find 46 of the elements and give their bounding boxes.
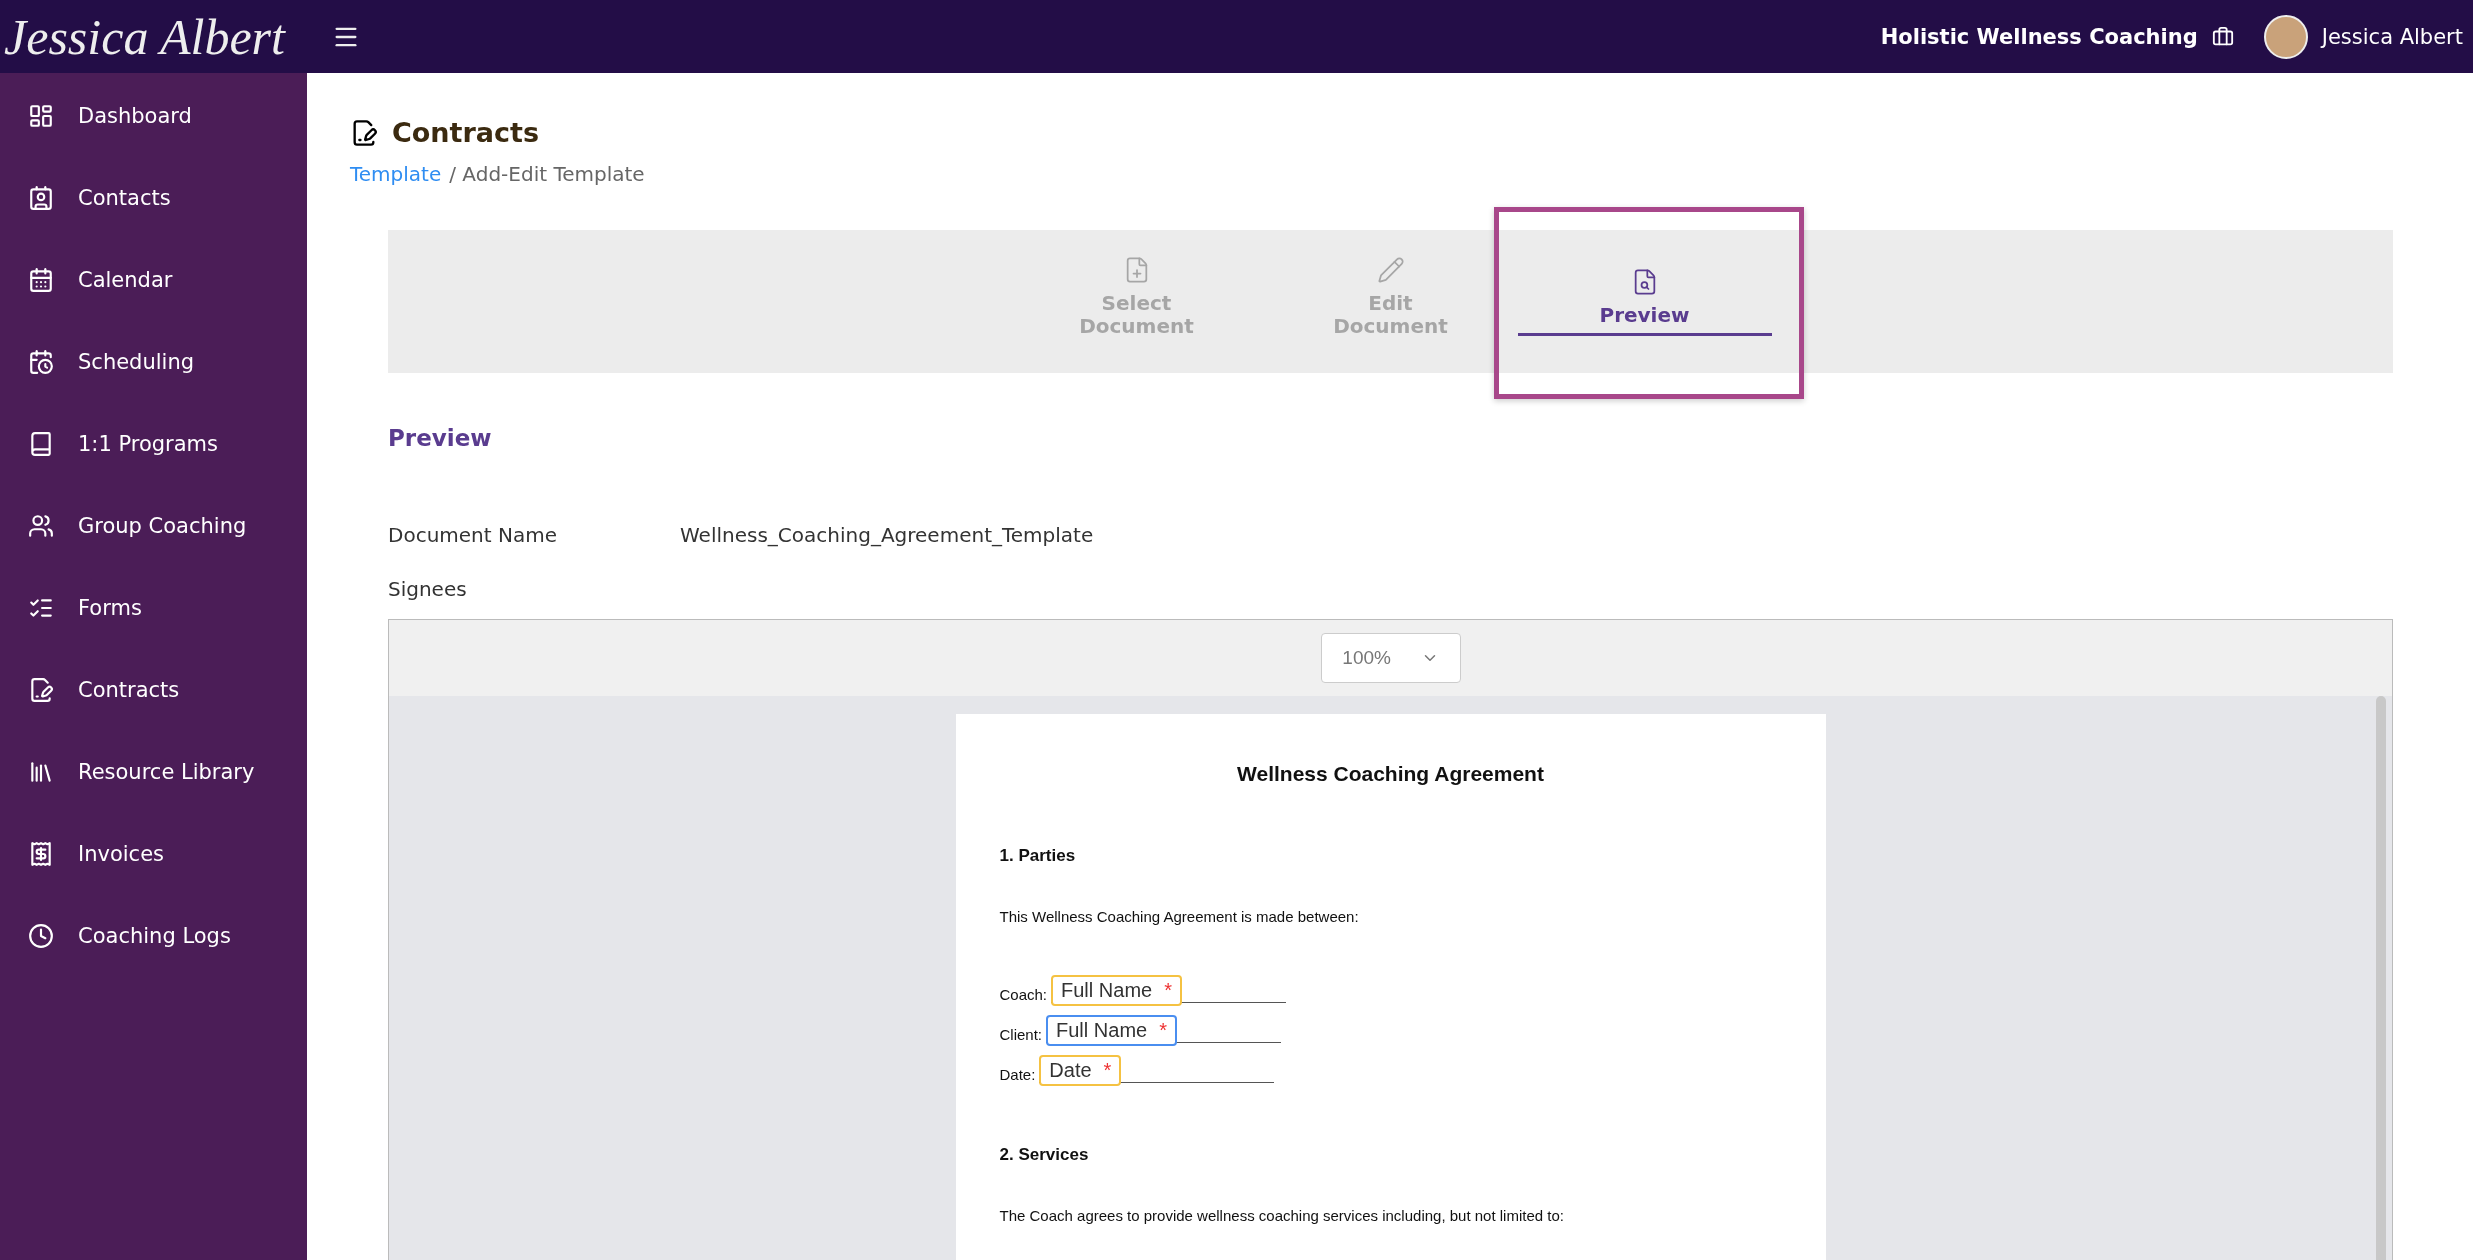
dashboard-icon bbox=[28, 103, 54, 129]
breadcrumb-text: / Add-Edit Template bbox=[449, 162, 645, 186]
sidebar-item[interactable]: Coaching Logs bbox=[0, 895, 307, 977]
sidebar-item[interactable]: Invoices bbox=[0, 813, 307, 895]
calendar-clock-icon bbox=[28, 349, 54, 375]
sidebar-item[interactable]: Forms bbox=[0, 567, 307, 649]
document-heading: 2. Services bbox=[999, 1145, 1090, 1165]
pencil-icon bbox=[1376, 256, 1405, 284]
contact-card-icon bbox=[28, 185, 54, 211]
logo: Jessica Albert bbox=[4, 7, 287, 66]
book-icon bbox=[28, 431, 54, 457]
signature-field[interactable]: Full Name * bbox=[1051, 975, 1182, 1006]
signature-field[interactable]: Full Name * bbox=[1046, 1015, 1177, 1046]
signature-label: Date: bbox=[999, 1066, 1036, 1083]
receipt-icon bbox=[28, 841, 54, 867]
scrollbar[interactable] bbox=[2376, 696, 2386, 1260]
zoom-select[interactable]: 100% bbox=[1320, 633, 1461, 683]
sidebar-item[interactable]: Dashboard bbox=[0, 75, 307, 157]
sidebar-item[interactable]: Scheduling bbox=[0, 321, 307, 403]
signature-icon bbox=[28, 677, 54, 703]
section-title: Preview bbox=[388, 425, 493, 451]
sidebar-item[interactable]: 1:1 Programs bbox=[0, 403, 307, 485]
signature-label: Coach: bbox=[999, 986, 1048, 1003]
sidebar-item[interactable]: Group Coaching bbox=[0, 485, 307, 567]
sidebar-item[interactable]: Calendar bbox=[0, 239, 307, 321]
sidebar-item[interactable]: Resource Library bbox=[0, 731, 307, 813]
document-heading: 1. Parties bbox=[999, 846, 1077, 866]
signature-field[interactable]: Date * bbox=[1039, 1055, 1122, 1086]
field-label: Signees bbox=[388, 577, 468, 601]
calendar-icon bbox=[28, 267, 54, 293]
field-value: Wellness_Coaching_Agreement_Template bbox=[680, 523, 1094, 547]
briefcase-icon[interactable] bbox=[2211, 25, 2234, 48]
sidebar-item[interactable]: Contracts bbox=[0, 649, 307, 731]
document-paragraph: This Wellness Coaching Agreement is made between: bbox=[999, 908, 1360, 925]
user-name[interactable]: Jessica Albert bbox=[2321, 24, 2463, 49]
people-icon bbox=[28, 513, 54, 539]
field-label: Document Name bbox=[388, 523, 558, 547]
books-icon bbox=[28, 759, 54, 785]
signature-label: Client: bbox=[999, 1026, 1043, 1043]
page-title: Contracts bbox=[392, 117, 539, 148]
business-name: Holistic Wellness Coaching bbox=[1880, 24, 2198, 49]
step-tab[interactable]: Preview bbox=[1517, 230, 1772, 373]
document-title: Wellness Coaching Agreement bbox=[1236, 762, 1545, 786]
clock-icon bbox=[28, 923, 54, 949]
document-paragraph: The Coach agrees to provide wellness coaching services including, but not limited to: bbox=[999, 1207, 1565, 1224]
sidebar-item[interactable]: Contacts bbox=[0, 157, 307, 239]
